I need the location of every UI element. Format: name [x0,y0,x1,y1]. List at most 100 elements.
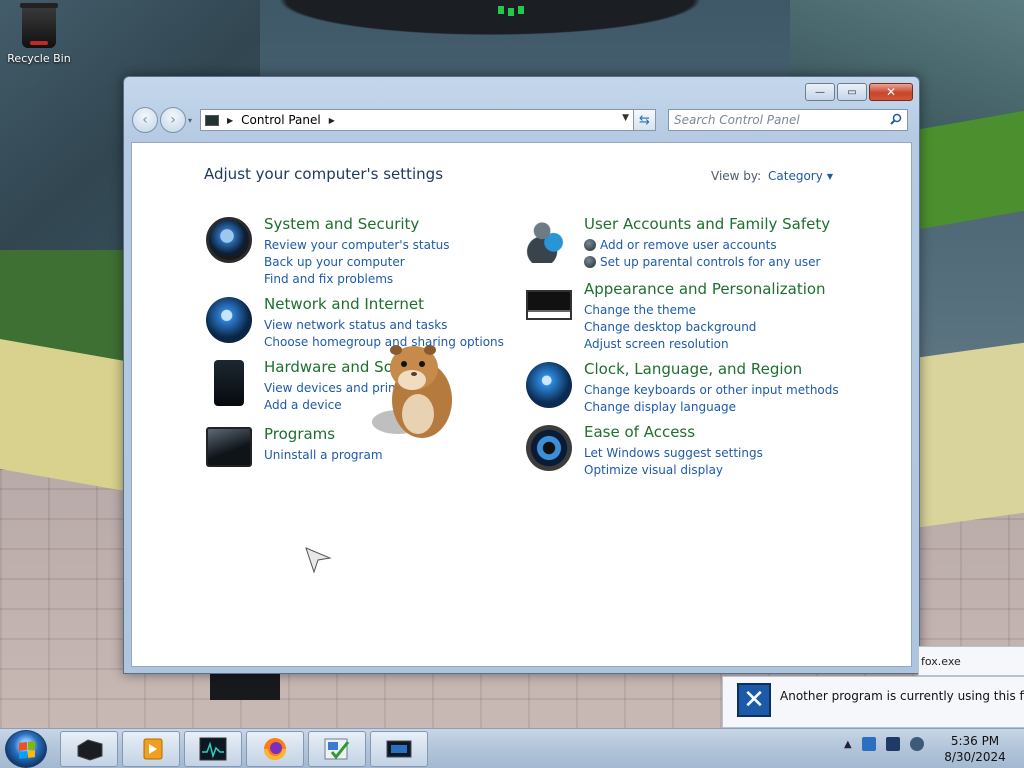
category-title[interactable]: System and Security [264,215,419,233]
category-link[interactable]: Add or remove user accounts [584,237,820,254]
background-scene [210,672,280,700]
taskbar-clock[interactable]: 5:36 PM 8/30/2024 [940,733,1010,765]
control-panel-window: — ▭ ✕ ‹ › ▾ ▶ Control Panel ▶ ▼ ⇆ Search… [123,76,920,674]
back-arrow-icon: ‹ [142,112,148,128]
category-title[interactable]: Programs [264,425,335,443]
clock-time: 5:36 PM [950,734,1000,748]
category-link[interactable]: Uninstall a program [264,447,383,464]
control-panel-icon [386,740,412,758]
category-link-label: Set up parental controls for any user [600,255,821,269]
network-icon[interactable] [885,737,900,751]
navigation-bar: ‹ › ▾ ▶ Control Panel ▶ ▼ ⇆ Search Contr… [132,107,911,133]
view-by-label: View by: [711,169,762,183]
category-title[interactable]: Appearance and Personalization [584,280,826,298]
taskbar-button-paint-checklist[interactable] [308,731,366,767]
background-scene [920,110,1024,230]
close-button[interactable]: ✕ [869,83,913,101]
breadcrumb-control-panel[interactable]: Control Panel [241,113,321,127]
breadcrumb-arrow-icon[interactable]: ▶ [329,116,335,125]
ease-of-access-icon[interactable] [526,425,572,471]
category-title[interactable]: Network and Internet [264,295,424,313]
clock-date: 8/30/2024 [944,750,1006,764]
firefox-icon [264,738,286,760]
maximize-icon: ▭ [847,86,857,98]
monitor-icon[interactable] [526,290,572,320]
address-bar[interactable]: ▶ Control Panel ▶ ▼ [200,109,634,131]
category-link[interactable]: Review your computer's status [264,237,450,254]
back-button[interactable]: ‹ [132,107,158,133]
uac-shield-icon [584,239,596,251]
shield-globe-icon[interactable] [206,217,252,263]
green-indicator-icon [498,6,524,16]
hamster-sticker [372,345,452,438]
search-icon[interactable] [890,113,902,125]
category-title[interactable]: User Accounts and Family Safety [584,215,830,233]
recycle-bin-icon [20,3,58,48]
category-link[interactable]: Adjust screen resolution [584,336,756,353]
uac-shield-icon [584,256,596,268]
category-link[interactable]: Find and fix problems [264,271,450,288]
category-link[interactable]: Change the theme [584,302,756,319]
category-link[interactable]: View network status and tasks [264,317,504,334]
address-dropdown-icon[interactable]: ▼ [622,113,629,123]
view-by-dropdown[interactable]: Category ▼ [768,169,833,183]
refresh-icon: ⇆ [639,112,650,128]
category-link-label: Add or remove user accounts [600,238,777,252]
control-panel-content: Adjust your computer's settings View by:… [131,142,912,667]
taskbar-button-explorer[interactable] [60,731,118,767]
background-scene [920,342,1024,528]
chevron-down-icon: ▼ [826,172,833,181]
taskbar-button-control-panel[interactable] [370,731,428,767]
mouse-cursor-icon [305,547,332,574]
programs-box-icon[interactable] [206,427,252,467]
media-player-icon [143,738,163,760]
notification-tab-text: fox.exe [921,655,961,668]
users-icon[interactable] [526,217,572,263]
close-icon: ✕ [885,85,897,99]
control-panel-icon [205,114,219,126]
background-scene [0,338,125,492]
recycle-bin-desktop-icon[interactable]: Recycle Bin [6,3,72,65]
taskbar: ▲ 5:36 PM 8/30/2024 [0,728,1024,768]
system-tray: ▲ [844,737,924,751]
recent-pages-dropdown[interactable]: ▾ [188,116,196,125]
volume-icon[interactable] [909,737,924,751]
error-x-icon: ✕ [737,683,771,717]
category-link[interactable]: Change display language [584,399,839,416]
network-globe-icon[interactable] [206,297,252,343]
refresh-button[interactable]: ⇆ [634,109,656,131]
category-link[interactable]: Set up parental controls for any user [584,254,820,271]
category-link[interactable]: Let Windows suggest settings [584,445,763,462]
background-scene [250,0,730,40]
forward-button[interactable]: › [160,107,186,133]
taskbar-button-media-player[interactable] [122,731,180,767]
taskbar-button-task-manager[interactable] [184,731,242,767]
clock-globe-icon[interactable] [526,362,572,408]
category-link[interactable]: Change desktop background [584,319,756,336]
view-by-value: Category [768,169,823,183]
notification-message: Another program is currently using this … [780,689,1024,703]
task-manager-icon [199,737,227,761]
window-controls: — ▭ ✕ [805,83,913,101]
minimize-button[interactable]: — [805,83,835,101]
start-button[interactable] [5,730,47,768]
category-link[interactable]: Optimize visual display [584,462,763,479]
category-link[interactable]: Change keyboards or other input methods [584,382,839,399]
show-hidden-icons-button[interactable]: ▲ [844,739,852,750]
windows-logo-icon [19,741,35,759]
notification-tab[interactable]: fox.exe [918,646,1024,676]
forward-arrow-icon: › [170,112,176,128]
checklist-icon [324,738,350,760]
category-title[interactable]: Ease of Access [584,423,695,441]
search-input[interactable]: Search Control Panel [668,109,908,131]
search-placeholder: Search Control Panel [674,113,800,127]
action-center-icon[interactable] [861,737,876,751]
taskbar-button-firefox[interactable] [246,731,304,767]
category-title[interactable]: Clock, Language, and Region [584,360,802,378]
category-link[interactable]: Back up your computer [264,254,450,271]
error-notification[interactable]: ✕ Another program is currently using thi… [722,676,1024,728]
explorer-icon [77,739,103,761]
printer-speaker-icon[interactable] [214,360,244,406]
maximize-button[interactable]: ▭ [837,83,867,101]
breadcrumb-arrow-icon[interactable]: ▶ [227,116,233,125]
